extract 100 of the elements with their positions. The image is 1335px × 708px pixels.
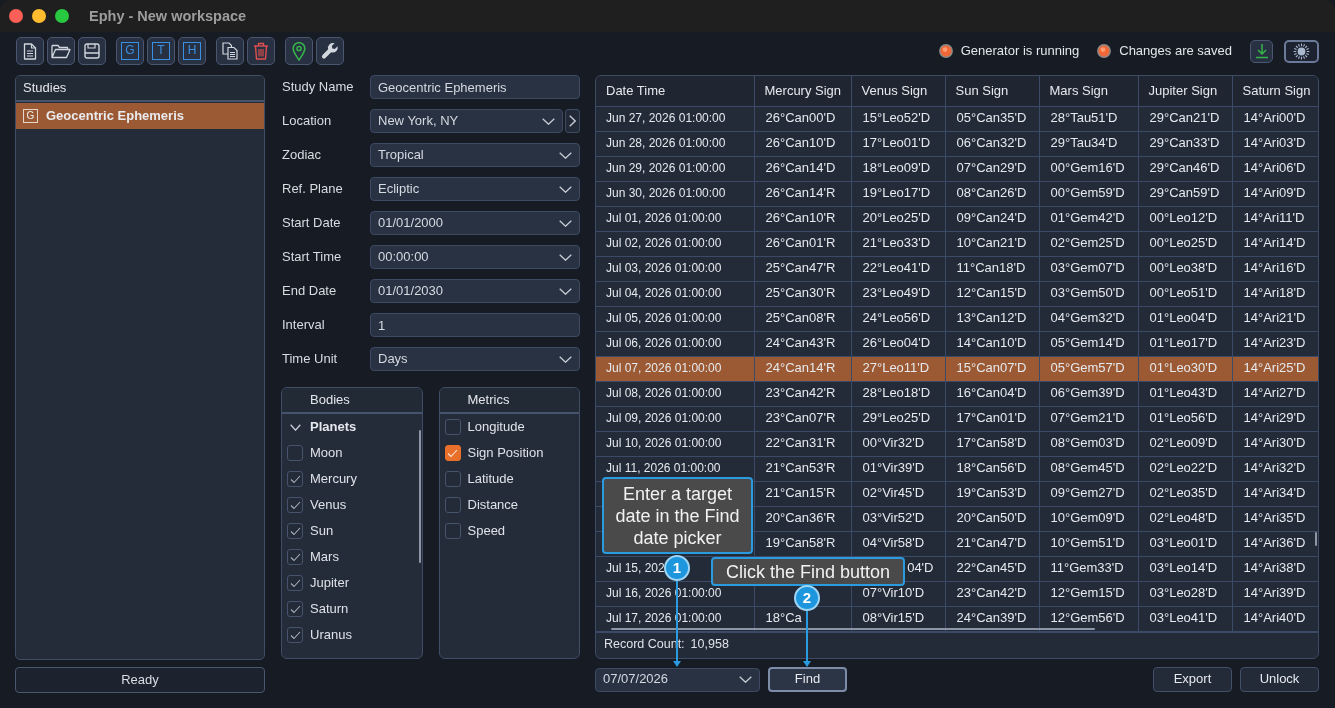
table-cell: 24°Leo56'D	[851, 306, 945, 331]
toolbar-button[interactable]	[316, 37, 344, 65]
table-row[interactable]: Jul 07, 2026 01:00:00 24°Can14'R 27°Leo11'D 15°Can07'D 05°Gem57'D 01°Leo30'D 14°Ari25'D	[596, 356, 1318, 381]
column-header[interactable]: Sun Sign	[945, 76, 1039, 106]
download-button[interactable]	[1250, 39, 1273, 63]
column-header[interactable]: Venus Sign	[851, 76, 945, 106]
table-cell: 23°Leo49'D	[851, 281, 945, 306]
zoom-button[interactable]	[55, 9, 69, 23]
date-picker[interactable]: 07/07/2026	[595, 667, 760, 692]
toolbar-button[interactable]	[78, 37, 106, 65]
vertical-scrollbar[interactable]	[1315, 532, 1317, 546]
theme-button[interactable]	[1284, 39, 1319, 63]
action-button[interactable]: Export	[1153, 667, 1232, 692]
column-header[interactable]: Jupiter Sign	[1138, 76, 1232, 106]
text-field[interactable]: 1	[370, 313, 580, 337]
table-cell: 03°Gem50'D	[1039, 281, 1138, 306]
panel-title: Metrics	[467, 391, 510, 409]
toolbar-button[interactable]	[285, 37, 313, 65]
text-field[interactable]: Geocentric Ephemeris	[370, 75, 580, 99]
column-header[interactable]: Saturn Sign	[1232, 76, 1318, 106]
checkbox[interactable]	[287, 523, 303, 539]
table-row[interactable]: Jun 29, 2026 01:00:00 26°Can14'D 18°Leo09'D 07°Can29'D 00°Gem16'D 29°Can46'D 14°Ari06'D	[596, 156, 1318, 181]
table-cell: 04°Vir58'D	[851, 531, 945, 556]
checkbox[interactable]	[287, 497, 303, 513]
chevron-right-icon	[569, 115, 576, 127]
document-icon	[23, 42, 37, 60]
table-cell: 19°Can58'R	[754, 531, 851, 556]
table-cell: 01°Leo43'D	[1138, 381, 1232, 406]
column-header[interactable]: Mercury Sign	[754, 76, 851, 106]
table-row[interactable]: Jul 05, 2026 01:00:00 25°Can08'R 24°Leo56'D 13°Can12'D 04°Gem32'D 01°Leo04'D 14°Ari21'D	[596, 306, 1318, 331]
dropdown[interactable]: 01/01/2030	[370, 279, 580, 303]
toolbar-button[interactable]	[47, 37, 75, 65]
study-list-item[interactable]: G Geocentric Ephemeris	[16, 103, 264, 129]
checkbox[interactable]	[444, 445, 461, 461]
table-row[interactable]: Jul 02, 2026 01:00:00 26°Can01'R 21°Leo33'D 10°Can21'D 02°Gem25'D 00°Leo25'D 14°Ari14'D	[596, 231, 1318, 256]
table-row[interactable]: Jul 08, 2026 01:00:00 23°Can42'R 28°Leo18'D 16°Can04'D 06°Gem39'D 01°Leo43'D 14°Ari27'D	[596, 381, 1318, 406]
table-cell: Jul 09, 2026 01:00:00	[596, 406, 754, 431]
dropdown[interactable]: Tropical	[370, 143, 580, 167]
table-cell: 29°Leo25'D	[851, 406, 945, 431]
dropdown[interactable]: 01/01/2000	[370, 211, 580, 235]
chevron-down-icon[interactable]	[290, 423, 301, 431]
table-row[interactable]: Jul 01, 2026 01:00:00 26°Can10'R 20°Leo25'D 09°Can24'D 01°Gem42'D 00°Leo12'D 14°Ari11'D	[596, 206, 1318, 231]
table-cell: 19°Can53'D	[945, 481, 1039, 506]
dropdown[interactable]: Ecliptic	[370, 177, 580, 201]
window-title: Ephy - New workspace	[89, 6, 247, 26]
toolbar-button[interactable]: H	[178, 37, 206, 65]
table-row[interactable]: Jul 09, 2026 01:00:00 23°Can07'R 29°Leo25'D 17°Can01'D 07°Gem21'D 01°Leo56'D 14°Ari29'D	[596, 406, 1318, 431]
expand-button[interactable]	[565, 109, 580, 133]
dropdown[interactable]: New York, NY	[370, 109, 563, 133]
toolbar-button[interactable]: T	[147, 37, 175, 65]
column-header[interactable]: Date Time	[596, 76, 754, 106]
column-header[interactable]: Mars Sign	[1039, 76, 1138, 106]
table-row[interactable]: Jun 27, 2026 01:00:00 26°Can00'D 15°Leo52'D 05°Can35'D 28°Tau51'D 29°Can21'D 14°Ari00'D	[596, 106, 1318, 131]
checkbox[interactable]	[287, 549, 303, 565]
table-cell: 05°Gem57'D	[1039, 356, 1138, 381]
table-row[interactable]: Jun 30, 2026 01:00:00 26°Can14'R 19°Leo17'D 08°Can26'D 00°Gem59'D 29°Can59'D 14°Ari09'D	[596, 181, 1318, 206]
checkbox[interactable]	[444, 471, 461, 487]
checkbox-label: Saturn	[310, 600, 349, 618]
checkbox[interactable]	[444, 419, 461, 435]
table-cell: 01°Leo04'D	[1138, 306, 1232, 331]
toolbar-button[interactable]: G	[116, 37, 144, 65]
table-cell: Jul 05, 2026 01:00:00	[596, 306, 754, 331]
checkbox[interactable]	[287, 445, 303, 461]
field-label: Time Unit	[281, 350, 339, 368]
vertical-scrollbar[interactable]	[419, 430, 421, 563]
table-cell: 19°Leo17'D	[851, 181, 945, 206]
table-row[interactable]: Jun 28, 2026 01:00:00 26°Can10'D 17°Leo01'D 06°Can32'D 29°Tau34'D 29°Can33'D 14°Ari03'D	[596, 131, 1318, 156]
checkbox[interactable]	[287, 601, 303, 617]
checkbox[interactable]	[444, 497, 461, 513]
minimize-button[interactable]	[32, 9, 46, 23]
horizontal-scrollbar[interactable]	[611, 628, 1095, 630]
table-cell: 21°Can15'R	[754, 481, 851, 506]
table-cell: 00°Leo38'D	[1138, 256, 1232, 281]
action-button[interactable]: Unlock	[1240, 667, 1319, 692]
table-row[interactable]: Jul 06, 2026 01:00:00 24°Can43'R 26°Leo04'D 14°Can10'D 05°Gem14'D 01°Leo17'D 14°Ari23'D	[596, 331, 1318, 356]
table-cell: 24°Can43'R	[754, 331, 851, 356]
checkbox[interactable]	[287, 471, 303, 487]
table-cell: 26°Leo04'D	[851, 331, 945, 356]
table-cell: 27°Leo11'D	[851, 356, 945, 381]
table-cell: 15°Can07'D	[945, 356, 1039, 381]
checkbox[interactable]	[287, 575, 303, 591]
dropdown[interactable]: 00:00:00	[370, 245, 580, 269]
toolbar-button[interactable]	[16, 37, 44, 65]
toolbar-button[interactable]	[216, 37, 244, 65]
dropdown[interactable]: Days	[370, 347, 580, 371]
table-row[interactable]: Jul 03, 2026 01:00:00 25°Can47'R 22°Leo41'D 11°Can18'D 03°Gem07'D 00°Leo38'D 14°Ari16'D	[596, 256, 1318, 281]
table-cell: 17°Leo01'D	[851, 131, 945, 156]
callout-tooltip: Enter a target date in the Find date picker	[602, 477, 753, 554]
close-button[interactable]	[9, 9, 23, 23]
table-cell: 22°Leo41'D	[851, 256, 945, 281]
find-button[interactable]: Find	[768, 667, 847, 692]
checkbox[interactable]	[444, 523, 461, 539]
table-row[interactable]: Jul 10, 2026 01:00:00 22°Can31'R 00°Vir32'D 17°Can58'D 08°Gem03'D 02°Leo09'D 14°Ari30'D	[596, 431, 1318, 456]
panel-title: Studies	[23, 79, 67, 97]
table-cell: 05°Can35'D	[945, 106, 1039, 131]
checkbox[interactable]	[287, 627, 303, 643]
table-row[interactable]: Jul 04, 2026 01:00:00 25°Can30'R 23°Leo49'D 12°Can15'D 03°Gem50'D 00°Leo51'D 14°Ari18'D	[596, 281, 1318, 306]
table-cell: 05°Gem14'D	[1039, 331, 1138, 356]
checkbox-label: Sign Position	[467, 444, 544, 462]
wrench-icon	[321, 42, 339, 60]
